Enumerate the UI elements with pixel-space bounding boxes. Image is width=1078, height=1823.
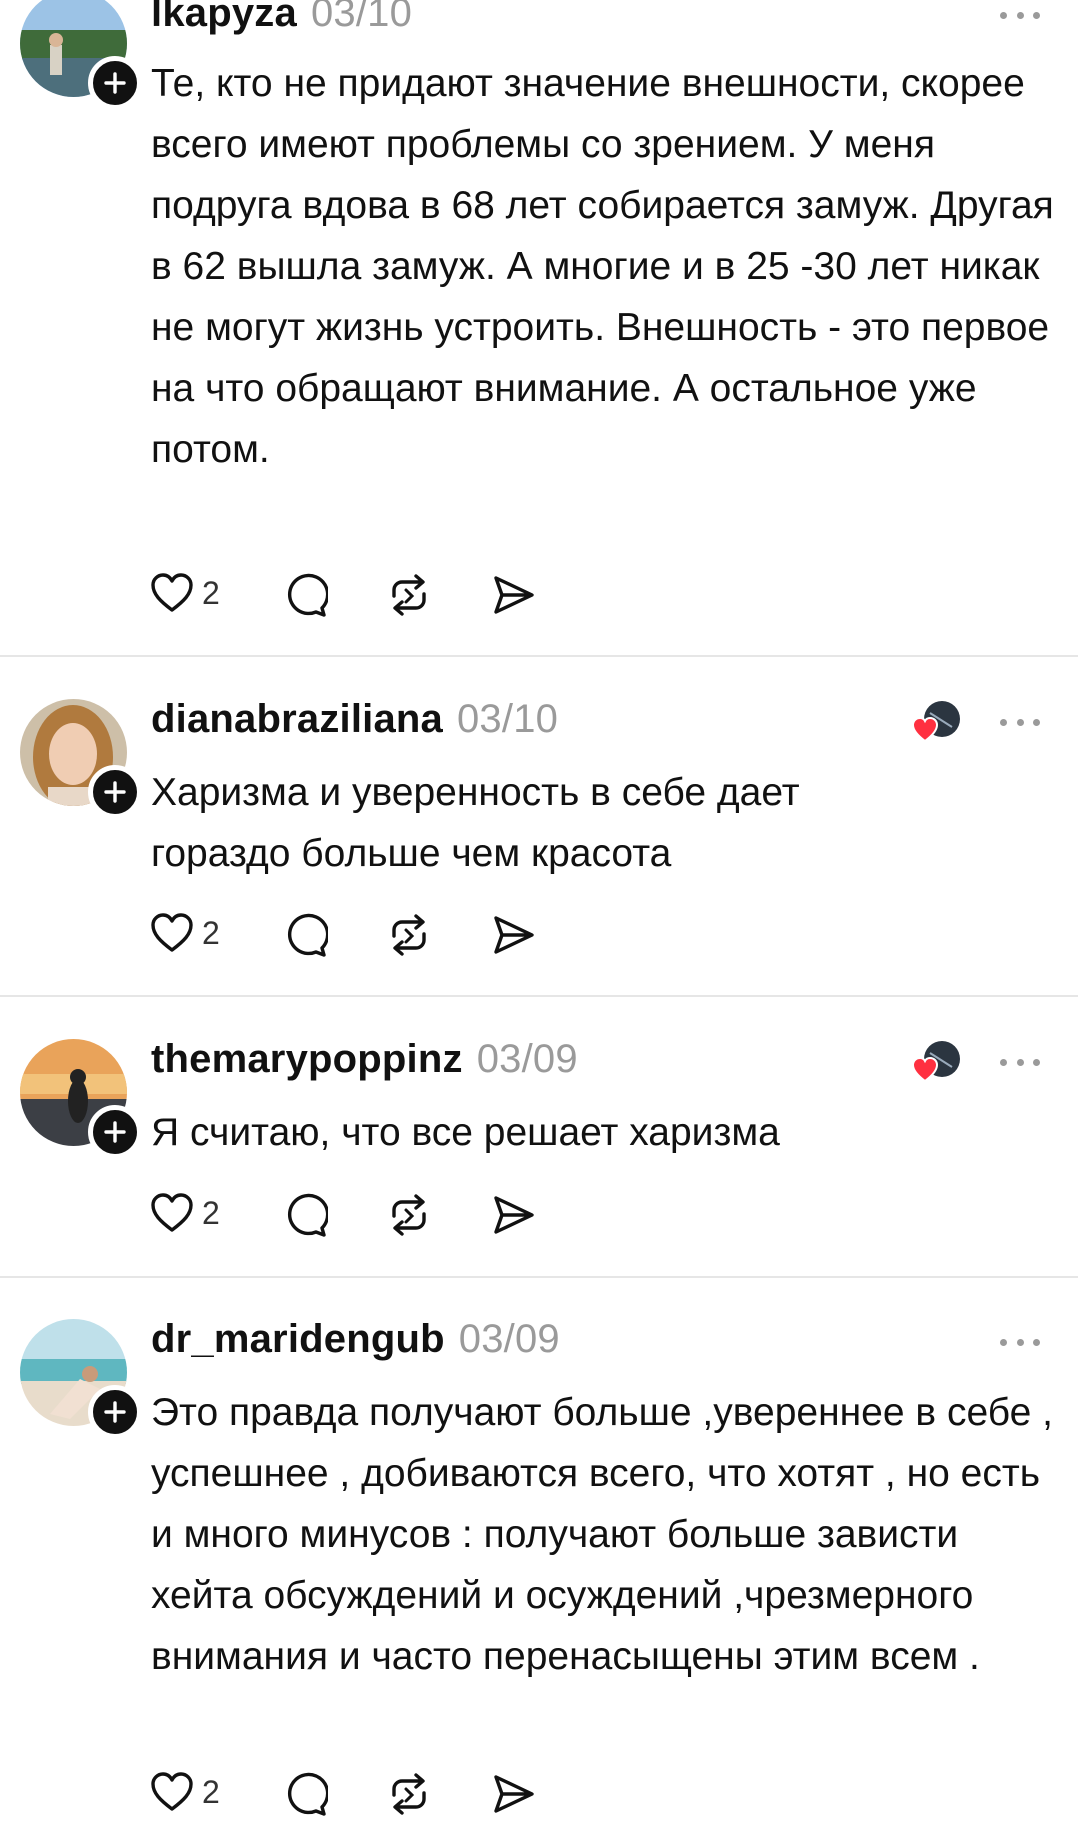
plus-icon	[104, 72, 126, 94]
post: dr_maridengub 03/09 Это правда получают б…	[0, 1277, 1078, 1823]
heart-outline-icon	[151, 1772, 193, 1811]
repost-icon	[392, 1194, 426, 1236]
username[interactable]: themarypoppinz 03/09	[151, 1037, 578, 1082]
more-dots-icon	[1000, 1058, 1007, 1066]
post-date: 03/10	[310, 0, 413, 35]
like-count: 2	[202, 1773, 220, 1810]
share-button[interactable]	[490, 1771, 536, 1817]
share-button[interactable]	[490, 572, 536, 618]
username-text: dianabraziliana	[151, 697, 443, 741]
plus-icon	[104, 1121, 126, 1143]
repost-button[interactable]	[386, 572, 432, 618]
more-options-button[interactable]	[1000, 9, 1040, 21]
paper-plane-icon	[494, 916, 534, 954]
heart-outline-icon	[151, 913, 193, 952]
post-date: 03/09	[476, 1037, 578, 1081]
like-count: 2	[202, 1194, 220, 1231]
post-actions: 2	[150, 912, 550, 962]
like-count: 2	[202, 574, 220, 611]
reply-button[interactable]	[282, 1192, 328, 1238]
like-button[interactable]: 2	[150, 1192, 220, 1234]
like-count: 2	[202, 914, 220, 951]
more-dots-icon	[1000, 11, 1007, 19]
post-actions: 2	[150, 1192, 550, 1242]
username[interactable]: dr_maridengub 03/09	[151, 1317, 560, 1362]
heart-outline-icon	[151, 1193, 193, 1232]
username-text: dr_maridengub	[151, 1317, 445, 1361]
post: lkapyza 03/10 Те, кто не придают значение…	[0, 0, 1078, 657]
plus-icon	[104, 781, 126, 803]
author-liked-badge	[911, 1039, 964, 1085]
share-button[interactable]	[490, 1192, 536, 1238]
follow-button[interactable]	[88, 765, 142, 819]
post: dianabraziliana 03/10 Харизма и увереннос…	[0, 657, 1078, 997]
repost-icon	[392, 914, 426, 956]
post-text: Я считаю, что все решает харизма	[151, 1111, 780, 1154]
post-actions: 2	[150, 1771, 550, 1821]
post-text: Харизма и уверенность в себе дает горазд…	[151, 771, 800, 875]
more-dots-icon	[1000, 718, 1007, 726]
username-text: themarypoppinz	[151, 1037, 463, 1081]
like-button[interactable]: 2	[150, 572, 220, 614]
reply-button[interactable]	[282, 912, 328, 958]
reply-button[interactable]	[282, 1771, 328, 1817]
post: themarypoppinz 03/09 Я считаю, что все ре…	[0, 997, 1078, 1278]
like-button[interactable]: 2	[150, 1771, 220, 1813]
heart-outline-icon	[151, 573, 193, 612]
heart-filled-icon	[911, 1056, 939, 1083]
post-date: 03/10	[456, 697, 559, 741]
more-dots-icon	[1000, 1338, 1007, 1346]
more-options-button[interactable]	[1000, 1336, 1040, 1348]
plus-icon	[104, 1401, 126, 1423]
reply-button[interactable]	[282, 572, 328, 618]
follow-button[interactable]	[88, 1105, 142, 1159]
heart-filled-icon	[911, 716, 939, 743]
post-text: Те, кто не придают значение внешности, с…	[151, 62, 1054, 471]
paper-plane-icon	[494, 576, 534, 614]
follow-button[interactable]	[88, 56, 142, 110]
repost-icon	[392, 574, 426, 616]
more-options-button[interactable]	[1000, 716, 1040, 728]
paper-plane-icon	[494, 1196, 534, 1234]
follow-button[interactable]	[88, 1385, 142, 1439]
repost-button[interactable]	[386, 1771, 432, 1817]
post-text: Это правда получают больше ,увереннее в …	[151, 1391, 1053, 1678]
speech-bubble-icon	[287, 573, 328, 617]
speech-bubble-icon	[287, 1193, 328, 1237]
repost-button[interactable]	[386, 912, 432, 958]
repost-button[interactable]	[386, 1192, 432, 1238]
speech-bubble-icon	[287, 1772, 328, 1816]
like-button[interactable]: 2	[150, 912, 220, 954]
author-liked-badge	[911, 699, 964, 745]
username[interactable]: lkapyza 03/10	[151, 0, 412, 36]
username[interactable]: dianabraziliana 03/10	[151, 697, 558, 742]
post-actions: 2	[150, 572, 550, 622]
speech-bubble-icon	[287, 913, 328, 957]
post-date: 03/09	[458, 1317, 560, 1361]
repost-icon	[392, 1773, 426, 1815]
more-options-button[interactable]	[1000, 1056, 1040, 1068]
username-text: lkapyza	[151, 0, 297, 35]
share-button[interactable]	[490, 912, 536, 958]
paper-plane-icon	[494, 1775, 534, 1813]
